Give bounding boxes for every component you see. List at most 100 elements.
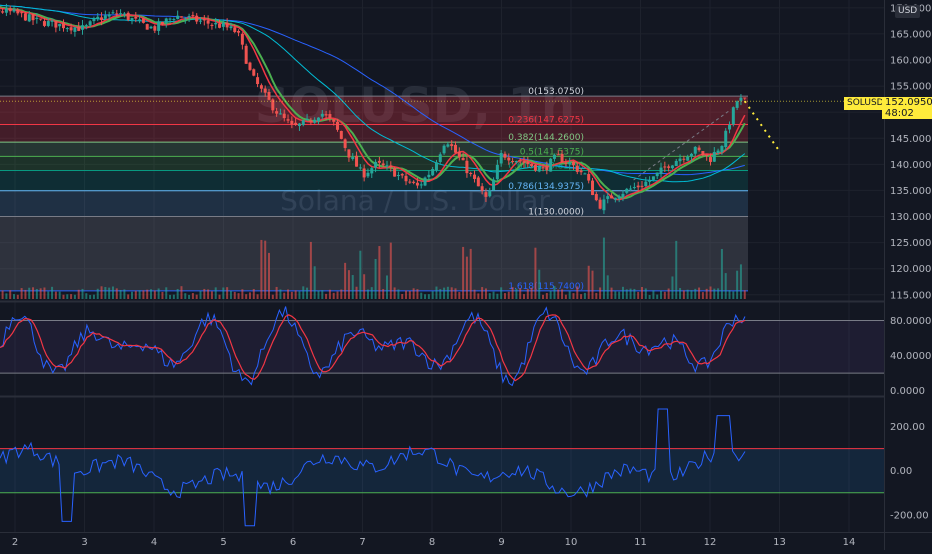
volume-bar [630, 289, 632, 299]
candle-body [222, 23, 225, 27]
candle-body [568, 163, 571, 165]
volume-bar [584, 293, 586, 299]
candle-body [81, 25, 84, 30]
volume-bar [66, 294, 68, 299]
candle-body [503, 154, 506, 158]
fib-label: 0(153.0750) [528, 87, 584, 97]
candle-body [260, 85, 263, 89]
candle [340, 131, 343, 140]
candle-body [100, 17, 103, 20]
volume-bar [660, 291, 662, 299]
price-tick-label: 120.0000 [890, 264, 932, 275]
fib-zone [0, 96, 748, 124]
candle-body [424, 178, 427, 186]
candle-body [542, 167, 545, 168]
candle-body [621, 194, 624, 197]
volume-bar [62, 295, 64, 299]
volume-bar [276, 287, 278, 299]
volume-bar [550, 291, 552, 299]
candle [252, 68, 255, 76]
candle-body [587, 174, 590, 181]
candle-body [66, 28, 69, 29]
candle-body [412, 182, 415, 183]
volume-bar [283, 293, 285, 299]
currency-label[interactable]: USD [895, 5, 920, 18]
candle-body [644, 182, 647, 186]
volume-bar [169, 295, 171, 299]
candle-body [104, 15, 107, 18]
volume-bar [725, 273, 727, 299]
volume-bar [74, 295, 76, 299]
candle-body [637, 186, 640, 188]
volume-bar [302, 286, 304, 299]
candle-body [660, 168, 663, 174]
candle-body [477, 178, 480, 187]
volume-bar [207, 289, 209, 299]
volume-bar [337, 291, 339, 299]
indicator-tick-label: 40.0000 [890, 351, 931, 362]
candle-body [458, 152, 461, 157]
candle-body [698, 148, 701, 150]
volume-bar [729, 290, 731, 299]
candle-body [629, 189, 632, 190]
volume-bar [158, 288, 160, 299]
volume-bar [576, 286, 578, 299]
volume-bar [645, 288, 647, 299]
volume-bar [352, 275, 354, 299]
candle-body [130, 18, 133, 20]
candle-body [77, 27, 80, 31]
volume-bar [230, 291, 232, 299]
fibonacci-retracement[interactable]: 0(153.0750)0.236(147.6275)0.382(144.2600… [0, 87, 748, 292]
candle-body [690, 154, 693, 157]
candle-body [92, 18, 95, 21]
candle-body [370, 168, 373, 173]
candle-body [70, 27, 73, 30]
price-tick-label: 145.0000 [890, 134, 932, 145]
candle-body [473, 175, 476, 179]
volume-bar [287, 289, 289, 299]
candle-body [351, 157, 354, 159]
volume-bar [47, 292, 49, 299]
candle-body [119, 13, 122, 14]
candle-body [229, 26, 232, 28]
candle-body [553, 155, 556, 159]
candle [248, 62, 251, 71]
candle-body [176, 16, 179, 19]
candle-body [332, 119, 335, 121]
volume-bar [565, 295, 567, 299]
candle [724, 128, 727, 150]
volume-bar [664, 292, 666, 299]
candle-body [347, 149, 350, 157]
volume-bar [470, 249, 472, 299]
candle-body [557, 154, 560, 155]
volume-bar [127, 294, 129, 299]
candle-body [233, 27, 236, 32]
candle-body [47, 21, 50, 26]
chart-stage[interactable]: SOLUSD, 1h Solana / U.S. Dollar 0(153.07… [0, 0, 932, 550]
candle-body [218, 24, 221, 28]
indicator-tick-label: 80.0000 [890, 316, 931, 327]
volume-bar [356, 287, 358, 299]
price-tick-label: 165.0000 [890, 29, 932, 40]
volume-bar [592, 271, 594, 299]
volume-bar [477, 293, 479, 299]
candle-body [488, 191, 491, 197]
candle-body [534, 165, 537, 171]
volume-bar [321, 290, 323, 299]
volume-bar [527, 289, 529, 299]
price-tick-label: 130.0000 [890, 212, 932, 223]
trading-chart[interactable]: SOLUSD, 1h Solana / U.S. Dollar 0(153.07… [0, 0, 932, 550]
volume-bar [523, 294, 525, 299]
candle-body [713, 152, 716, 162]
candle-body [58, 24, 61, 26]
candle-body [572, 162, 575, 165]
volume-bar [390, 243, 392, 299]
time-tick-label: 2 [12, 537, 18, 548]
candle-body [248, 63, 251, 70]
volume-bar [397, 289, 399, 299]
candle-body [385, 165, 388, 166]
volume-bar [173, 295, 175, 299]
time-tick-label: 9 [498, 537, 504, 548]
candle-body [142, 18, 145, 23]
price-tick-label: 115.0000 [890, 290, 932, 301]
